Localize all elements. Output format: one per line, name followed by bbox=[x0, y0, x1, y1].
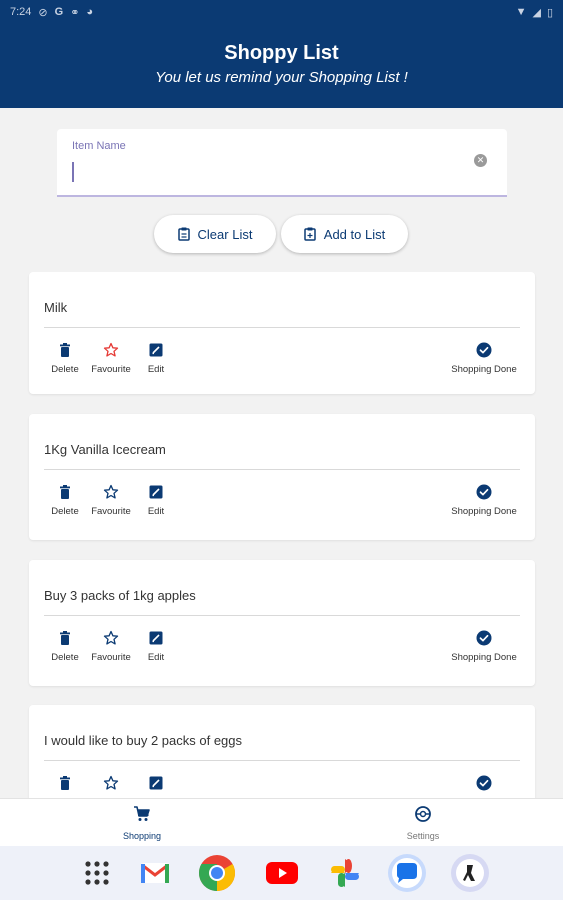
divider bbox=[44, 469, 520, 470]
gmail-icon[interactable] bbox=[135, 853, 175, 893]
shopping-done-label: Shopping Done bbox=[451, 506, 517, 517]
settings-icon bbox=[415, 806, 431, 822]
list-item-card: Buy 3 packs of 1kg apples Delete Favouri… bbox=[29, 560, 535, 686]
notification-icon: ⊘ bbox=[38, 6, 48, 19]
star-icon bbox=[103, 342, 119, 357]
favourite-label: Favourite bbox=[91, 652, 131, 663]
delete-label: Delete bbox=[51, 506, 79, 517]
item-name-input[interactable] bbox=[77, 159, 457, 185]
item-name-label: Item Name bbox=[72, 140, 126, 152]
nav-shopping-label: Shopping bbox=[122, 831, 162, 841]
delete-label: Delete bbox=[51, 652, 79, 663]
status-bar: 7:24 ⊘ G ⚭ ◕ ▼ ◢ ▯ bbox=[0, 0, 563, 24]
edit-label: Edit bbox=[147, 364, 165, 375]
check-circle-icon bbox=[476, 630, 492, 646]
status-time: 7:24 bbox=[10, 6, 32, 18]
shopping-done-label: Shopping Done bbox=[451, 652, 517, 663]
list-item-text: Buy 3 packs of 1kg apples bbox=[44, 588, 196, 603]
edit-button[interactable]: Edit bbox=[126, 484, 186, 517]
check-circle-icon bbox=[476, 484, 492, 500]
chrome-icon[interactable] bbox=[197, 853, 237, 893]
list-item-card: 1Kg Vanilla Icecream Delete Favourite Ed… bbox=[29, 414, 535, 540]
check-circle-icon bbox=[476, 342, 492, 358]
google-icon: G bbox=[54, 6, 64, 18]
youtube-icon[interactable] bbox=[262, 853, 302, 893]
list-item-text: I would like to buy 2 packs of eggs bbox=[44, 733, 243, 748]
divider bbox=[44, 760, 520, 761]
check-circle-icon bbox=[476, 775, 492, 791]
edit-button[interactable]: Edit bbox=[126, 630, 186, 663]
trash-icon bbox=[60, 776, 70, 790]
edit-label: Edit bbox=[147, 506, 165, 517]
trash-icon bbox=[60, 631, 70, 645]
shopping-done-label: Shopping Done bbox=[451, 364, 517, 375]
favourite-label: Favourite bbox=[91, 506, 131, 517]
trash-icon bbox=[60, 485, 70, 499]
edit-button[interactable]: Edit bbox=[126, 342, 186, 375]
nav-settings[interactable]: Settings bbox=[373, 805, 473, 841]
sync-icon: ◕ bbox=[86, 6, 94, 18]
clear-list-label: Clear List bbox=[197, 226, 253, 242]
bottom-navigation: Shopping Settings bbox=[0, 798, 563, 846]
list-item-text: 1Kg Vanilla Icecream bbox=[44, 442, 166, 457]
app-subtitle: You let us remind your Shopping List ! bbox=[155, 69, 408, 86]
delete-label: Delete bbox=[51, 364, 79, 375]
item-name-field[interactable]: Item Name ✕ bbox=[57, 129, 507, 197]
app-header: Shoppy List You let us remind your Shopp… bbox=[0, 24, 563, 108]
shopping-done-button[interactable]: Shopping Done bbox=[439, 775, 529, 798]
edit-icon bbox=[149, 343, 163, 357]
add-to-list-button[interactable]: Add to List bbox=[281, 215, 408, 253]
signal-icon: ◢ bbox=[532, 6, 541, 19]
app-title: Shoppy List bbox=[224, 42, 339, 64]
clipboard-icon bbox=[177, 227, 190, 241]
star-icon bbox=[103, 484, 119, 499]
shopping-list[interactable]: Milk Delete Favourite Edit Shopping Done… bbox=[0, 272, 563, 798]
divider bbox=[44, 615, 520, 616]
list-item-text: Milk bbox=[44, 300, 68, 315]
add-to-list-label: Add to List bbox=[323, 226, 386, 242]
divider bbox=[44, 327, 520, 328]
photos-icon[interactable] bbox=[325, 853, 365, 893]
star-icon bbox=[103, 775, 119, 790]
nav-shopping[interactable]: Shopping bbox=[92, 805, 192, 841]
shopping-cart-icon bbox=[134, 806, 150, 821]
edit-icon bbox=[149, 631, 163, 645]
trash-icon bbox=[60, 343, 70, 357]
wifi-icon: ▼ bbox=[515, 6, 527, 18]
edit-icon bbox=[149, 485, 163, 499]
favourite-label: Favourite bbox=[91, 364, 131, 375]
edit-icon bbox=[149, 776, 163, 790]
text-caret bbox=[72, 162, 74, 182]
list-item-card: I would like to buy 2 packs of eggs Dele… bbox=[29, 705, 535, 798]
nav-settings-label: Settings bbox=[406, 831, 440, 841]
edit-label: Edit bbox=[147, 652, 165, 663]
clear-text-icon[interactable]: ✕ bbox=[474, 154, 487, 167]
shopping-done-button[interactable]: Shopping Done bbox=[439, 342, 529, 375]
messages-icon[interactable] bbox=[387, 853, 427, 893]
vpn-icon: ⚭ bbox=[70, 6, 80, 19]
shopping-done-button[interactable]: Shopping Done bbox=[439, 484, 529, 517]
clipboard-add-icon bbox=[304, 227, 316, 241]
app-drawer-icon[interactable] bbox=[77, 853, 117, 893]
shopping-done-button[interactable]: Shopping Done bbox=[439, 630, 529, 663]
system-dock bbox=[0, 846, 563, 900]
battery-icon: ▯ bbox=[546, 6, 553, 19]
edit-button[interactable]: Edit bbox=[126, 775, 186, 798]
clear-list-button[interactable]: Clear List bbox=[154, 215, 276, 253]
list-item-card: Milk Delete Favourite Edit Shopping Done bbox=[29, 272, 535, 394]
app-icon[interactable] bbox=[450, 853, 490, 893]
star-icon bbox=[103, 630, 119, 645]
